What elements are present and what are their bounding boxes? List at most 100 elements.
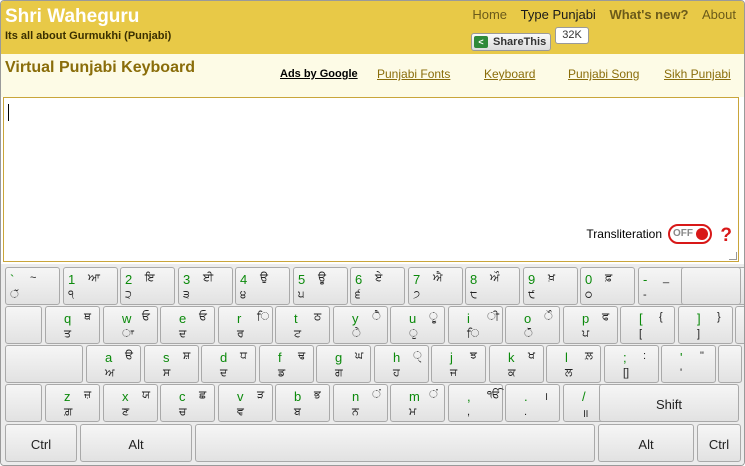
key-1-10[interactable]: [{[	[620, 306, 675, 344]
key-3-3[interactable]: v ੜ ਵ	[218, 384, 273, 422]
alt-right-key[interactable]: Alt	[598, 424, 694, 462]
key-0-5[interactable]: 5ਊ ੫	[293, 267, 348, 305]
key-0-7[interactable]: 7ਐ੭	[408, 267, 463, 305]
nav-about[interactable]: About	[702, 7, 736, 22]
key-1-9[interactable]: pਫਪ	[563, 306, 618, 344]
alt-left-key[interactable]: Alt	[80, 424, 192, 462]
key-char-shift: ੈ	[372, 311, 381, 323]
key-3-4[interactable]: bਭ ਬ	[275, 384, 330, 422]
ad-link-punjabi-fonts[interactable]: Punjabi Fonts	[377, 67, 450, 81]
key-2-4[interactable]: gਘਗ	[316, 345, 371, 383]
enter-key[interactable]	[718, 345, 742, 383]
key-char-en: k	[508, 350, 515, 365]
key-2-7[interactable]: k ਖਕ	[489, 345, 544, 383]
toggle-knob	[696, 228, 708, 240]
key-char-punjabi: ੱ	[10, 289, 19, 301]
key-2-10[interactable]: ' " '	[661, 345, 716, 383]
transliteration-toggle[interactable]: OFF	[668, 224, 712, 244]
help-icon[interactable]: ?	[720, 225, 732, 247]
resize-handle[interactable]	[729, 252, 737, 260]
key-0-2[interactable]: 2ਇ ੨	[120, 267, 175, 305]
transliteration-label: Transliteration	[586, 227, 662, 241]
key-char-en: `	[10, 272, 15, 287]
key-2-2[interactable]: dਧਦ	[201, 345, 256, 383]
key-2-8[interactable]: l ਲ਼ ਲ	[546, 345, 601, 383]
backspace-key[interactable]	[681, 267, 741, 305]
share-label: ShareThis	[493, 36, 547, 48]
key-3-8[interactable]: . ।.	[505, 384, 560, 422]
key-1-5[interactable]: yੈੇ	[333, 306, 388, 344]
key-0-8[interactable]: 8ਔ੮	[465, 267, 520, 305]
key-char-punjabi: ੨	[125, 289, 132, 301]
key-0-0[interactable]: ` ~ੱ	[5, 267, 60, 305]
key-1-8[interactable]: oੌੋ	[505, 306, 560, 344]
key-char-punjabi: ਬ	[294, 406, 301, 418]
ad-link-sikh-punjabi[interactable]: Sikh Punjabi	[664, 67, 731, 81]
shift-left-key[interactable]	[5, 384, 42, 422]
key-char-shift: ਿ	[257, 311, 270, 323]
key-char-punjabi: -	[643, 289, 647, 301]
key-3-5[interactable]: nਂ ਨ	[333, 384, 388, 422]
ads-by-google-link[interactable]: Ads by Google	[280, 68, 358, 80]
share-button[interactable]: < ShareThis	[471, 33, 551, 51]
site-title[interactable]: Shri Waheguru	[5, 6, 139, 28]
key-0-4[interactable]: 4ਉ ੪	[235, 267, 290, 305]
key-3-2[interactable]: c ਛਚ	[160, 384, 215, 422]
nav-whats-new[interactable]: What's new?	[609, 7, 688, 22]
shift-right-key[interactable]: Shift	[599, 384, 739, 422]
key-2-5[interactable]: hੑ ਹ	[374, 345, 429, 383]
key-char-shift: ਥ	[84, 311, 91, 323]
key-1-1[interactable]: w ਓਾ	[103, 306, 158, 344]
key-2-6[interactable]: j ਝਜ	[431, 345, 486, 383]
key-char-en: 8	[470, 272, 478, 287]
key-2-0[interactable]: aੳਅ	[86, 345, 141, 383]
key-3-0[interactable]: z ਜ਼ ਗ਼	[45, 384, 100, 422]
key-1-11[interactable]: ]}]	[678, 306, 733, 344]
key-char-shift: ਠ	[314, 311, 322, 323]
key-0-1[interactable]: 1ਆ ੧	[63, 267, 118, 305]
key-char-shift: {	[659, 311, 663, 323]
key-1-12[interactable]: \ਝਙ	[735, 306, 744, 344]
key-1-7[interactable]: iੀਿ	[448, 306, 503, 344]
key-0-10[interactable]: 0 ਫ਼ ੦	[580, 267, 635, 305]
key-char-en: 1	[68, 272, 76, 287]
key-1-4[interactable]: t ਠਟ	[275, 306, 330, 344]
key-char-shift: ਲ਼	[585, 350, 593, 362]
key-char-punjabi: .	[524, 406, 528, 418]
space-key[interactable]	[195, 424, 595, 462]
ad-link-punjabi-song[interactable]: Punjabi Song	[568, 67, 639, 81]
alt-right-key-label: Alt	[638, 437, 654, 452]
key-0-9[interactable]: 9 ਖ਼ ੯	[523, 267, 578, 305]
ad-link-keyboard[interactable]: Keyboard	[484, 67, 535, 81]
caps-lock-key[interactable]	[5, 345, 83, 383]
key-char-shift: ਭ	[314, 389, 321, 401]
key-char-shift: ਂ	[429, 389, 438, 401]
tab-key[interactable]	[5, 306, 42, 344]
key-2-3[interactable]: f ਢਡ	[259, 345, 314, 383]
ctrl-left-key[interactable]: Ctrl	[5, 424, 77, 462]
key-char-shift: ਉ	[260, 272, 268, 284]
key-char-punjabi: ਿ	[467, 328, 480, 340]
key-char-shift: ਂ	[372, 389, 381, 401]
key-1-6[interactable]: uੂੁ	[390, 306, 445, 344]
key-char-shift: ੴ	[487, 389, 501, 401]
key-3-1[interactable]: x ਯਣ	[103, 384, 158, 422]
key-1-2[interactable]: eਓਦ	[160, 306, 215, 344]
text-editor[interactable]: Transliteration OFF ?	[3, 97, 739, 262]
ctrl-right-key[interactable]: Ctrl	[697, 424, 741, 462]
key-char-en: /	[582, 389, 586, 404]
key-char-en: -	[643, 272, 648, 287]
key-char-punjabi: ਦ	[220, 367, 228, 379]
key-3-7[interactable]: , ੴ,	[448, 384, 503, 422]
key-3-6[interactable]: mਂ ਮ	[390, 384, 445, 422]
key-2-9[interactable]: ;: []	[604, 345, 659, 383]
key-char-punjabi: ,	[467, 406, 471, 418]
key-0-6[interactable]: 6ਏ ੬	[350, 267, 405, 305]
key-1-3[interactable]: rਿ ਰ	[218, 306, 273, 344]
nav-home[interactable]: Home	[472, 7, 507, 22]
nav-type-punjabi[interactable]: Type Punjabi	[521, 7, 596, 22]
key-2-1[interactable]: s ਸ਼ ਸ	[144, 345, 199, 383]
key-char-shift: ਝ	[470, 350, 477, 362]
key-1-0[interactable]: qਥਤ	[45, 306, 100, 344]
key-0-3[interactable]: 3ਈ ੩	[178, 267, 233, 305]
